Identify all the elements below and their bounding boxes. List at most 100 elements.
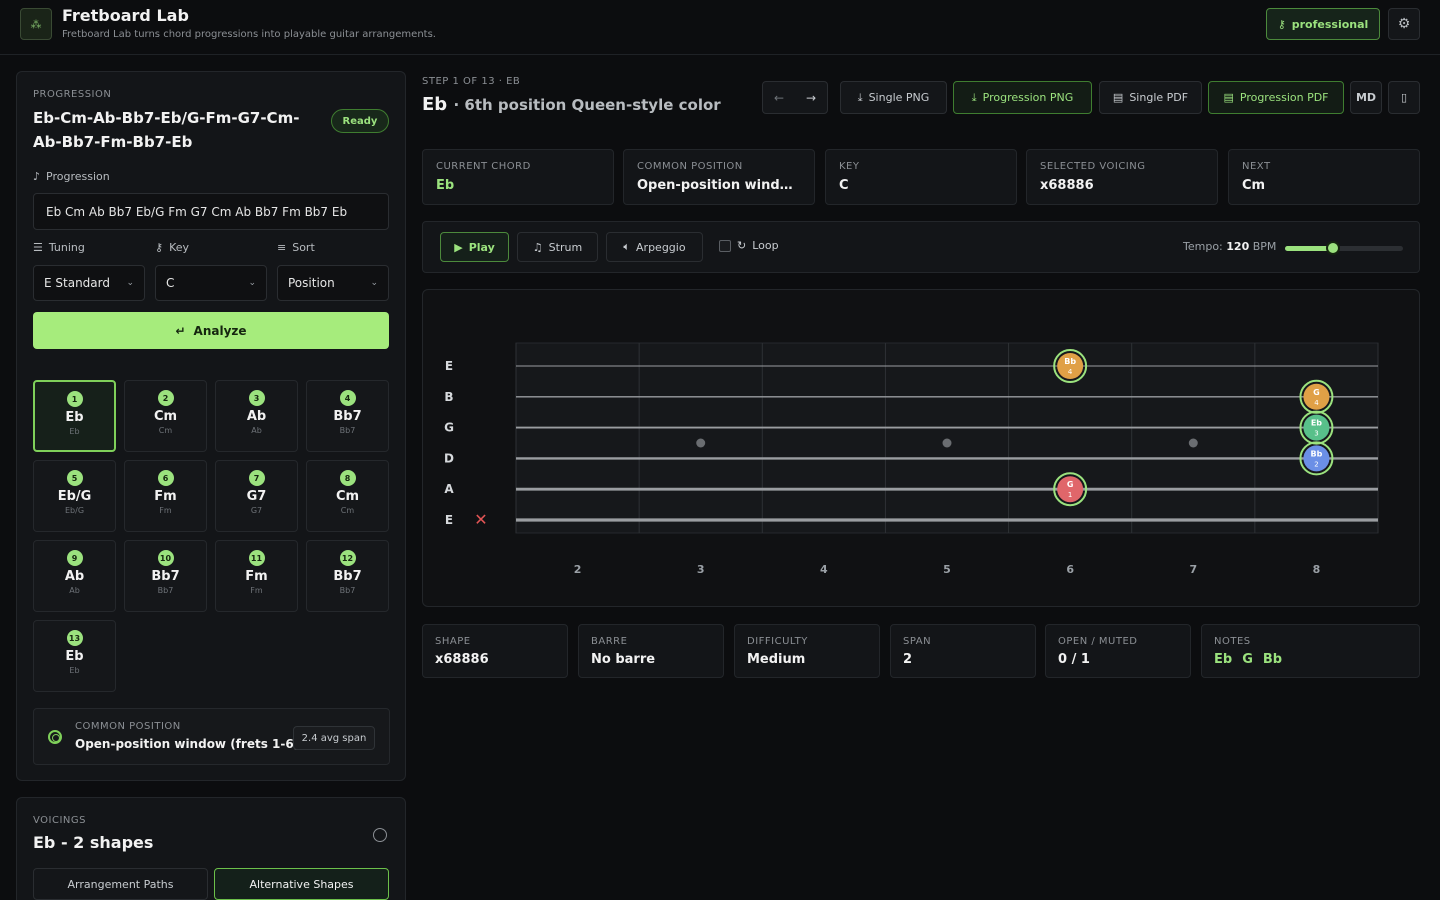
chord-subtitle: Eb bbox=[69, 427, 80, 436]
stat-value: Eb bbox=[436, 178, 455, 193]
tab-alternative-shapes[interactable]: Alternative Shapes bbox=[214, 868, 389, 900]
key-label-text: Key bbox=[169, 241, 190, 254]
chord-card[interactable]: 10 Bb7 Bb7 bbox=[124, 540, 207, 612]
chord-name: Cm bbox=[335, 489, 360, 504]
finger-number-label: 3 bbox=[1314, 430, 1318, 438]
chord-subtitle: Bb7 bbox=[339, 426, 356, 435]
settings-button[interactable]: ⚙ bbox=[1388, 8, 1420, 40]
chord-card[interactable]: 13 Eb Eb bbox=[33, 620, 116, 692]
tempo-slider-handle[interactable] bbox=[1326, 241, 1341, 255]
progression-pdf-button[interactable]: ▤ Progression PDF bbox=[1208, 81, 1344, 114]
playback-controls: ▶ Play ♫ Strum 🔈︎ Arpeggio ↻ Loop Tempo:… bbox=[422, 221, 1420, 273]
arrow-left-icon[interactable]: ← bbox=[774, 91, 784, 105]
chord-card[interactable]: 11 Fm Fm bbox=[215, 540, 298, 612]
markdown-button[interactable]: MD bbox=[1350, 81, 1382, 114]
analyze-button[interactable]: ↵ Analyze bbox=[33, 312, 389, 349]
tuning-select[interactable]: E Standard ⌄ bbox=[33, 265, 145, 301]
chord-name: G7 bbox=[246, 489, 267, 504]
inlay-dot bbox=[1188, 438, 1198, 448]
chord-number-badge: 8 bbox=[339, 470, 356, 486]
strum-button[interactable]: ♫ Strum bbox=[517, 232, 598, 262]
chord-card[interactable]: 8 Cm Cm bbox=[306, 460, 389, 532]
tuning-field-label: ☰ Tuning bbox=[33, 241, 85, 254]
chord-card[interactable]: 9 Ab Ab bbox=[33, 540, 116, 612]
loop-toggle[interactable]: ↻ Loop bbox=[719, 239, 779, 252]
stat-card: SELECTED VOICING x68886 bbox=[1026, 149, 1218, 205]
tuning-value: E Standard bbox=[44, 276, 110, 290]
separator-dot: · bbox=[453, 96, 465, 114]
key-icon: ⚷ bbox=[155, 241, 164, 254]
app-header: ⁂ Fretboard Lab Fretboard Lab turns chor… bbox=[0, 0, 1440, 55]
progression-png-button[interactable]: ⤓ Progression PNG bbox=[953, 81, 1092, 114]
chord-number-badge: 6 bbox=[157, 470, 174, 486]
chord-number-badge: 10 bbox=[157, 550, 174, 566]
play-button[interactable]: ▶ Play bbox=[440, 232, 509, 262]
fret-number: 4 bbox=[820, 563, 828, 576]
shape-info-card: BARRE No barre bbox=[578, 624, 724, 678]
finger-number-label: 1 bbox=[1068, 491, 1072, 499]
progression-input[interactable] bbox=[33, 193, 389, 230]
chord-card[interactable]: 7 G7 G7 bbox=[215, 460, 298, 532]
arpeggio-button[interactable]: 🔈︎ Arpeggio bbox=[606, 232, 703, 262]
single-pdf-button[interactable]: ▤ Single PDF bbox=[1099, 81, 1202, 114]
note-name-label: G bbox=[1313, 388, 1320, 397]
chord-subtitle: Cm bbox=[158, 426, 173, 435]
chord-card[interactable]: 1 Eb Eb bbox=[33, 380, 116, 452]
key-select[interactable]: C ⌄ bbox=[155, 265, 267, 301]
enter-icon: ↵ bbox=[175, 323, 186, 338]
step-navigation: ← → bbox=[762, 81, 828, 114]
common-position-card: COMMON POSITION Open-position window (fr… bbox=[33, 708, 390, 765]
note-name-label: Eb bbox=[1311, 419, 1322, 428]
stat-value: C bbox=[839, 178, 849, 193]
loop-icon: ↻ bbox=[737, 239, 747, 252]
chord-card[interactable]: 2 Cm Cm bbox=[124, 380, 207, 452]
voicings-label: VOICINGS bbox=[33, 815, 86, 826]
finger-number-label: 4 bbox=[1068, 368, 1073, 376]
status-badge: Ready bbox=[331, 109, 389, 133]
voicings-panel: VOICINGS Eb - 2 shapes Arrangement Paths… bbox=[16, 797, 406, 900]
chord-card[interactable]: 12 Bb7 Bb7 bbox=[306, 540, 389, 612]
sort-field-label: ≡ Sort bbox=[277, 241, 315, 254]
fretboard-diagram: E B G D A E ✕ 2 3 4 5 6 7 8 Bb 4 G 4 Eb 3 Bb 2 G 1 bbox=[444, 342, 1379, 576]
music-note-icon: ♫ bbox=[532, 240, 543, 254]
chord-subtitle: Fm bbox=[250, 586, 263, 595]
chord-subtitle: Eb/G bbox=[64, 506, 85, 515]
loop-checkbox[interactable] bbox=[719, 239, 731, 252]
chord-subtitle: G7 bbox=[250, 506, 263, 515]
chord-card[interactable]: 5 Eb/G Eb/G bbox=[33, 460, 116, 532]
professional-button[interactable]: ⚷ professional bbox=[1266, 8, 1380, 40]
download-icon: ⤓ bbox=[857, 90, 863, 104]
string-label: D bbox=[444, 451, 454, 465]
chord-card[interactable]: 3 Ab Ab bbox=[215, 380, 298, 452]
common-position-value: Open-position window (frets 1-6) bbox=[75, 737, 300, 751]
loop-label: Loop bbox=[752, 239, 779, 252]
progression-pdf-label: Progression PDF bbox=[1239, 91, 1329, 104]
tempo-slider[interactable] bbox=[1285, 241, 1403, 255]
gauge-icon[interactable] bbox=[373, 828, 387, 842]
notes-info-card: NOTES Eb G Bb bbox=[1201, 624, 1420, 678]
shape-info-card: SHAPE x68886 bbox=[422, 624, 568, 678]
single-png-button[interactable]: ⤓ Single PNG bbox=[840, 81, 947, 114]
tuning-label-text: Tuning bbox=[48, 241, 85, 254]
sort-select[interactable]: Position ⌄ bbox=[277, 265, 389, 301]
note-name-label: Bb bbox=[1064, 357, 1076, 366]
fret-number: 2 bbox=[574, 563, 582, 576]
chord-name: Bb7 bbox=[333, 569, 362, 584]
sort-value: Position bbox=[288, 276, 335, 290]
note-name-label: Bb bbox=[1311, 449, 1323, 458]
note-name: Eb bbox=[1214, 652, 1233, 667]
info-label: NOTES bbox=[1214, 636, 1251, 647]
tab-arrangement-paths[interactable]: Arrangement Paths bbox=[33, 868, 208, 900]
note-name: G bbox=[1242, 652, 1253, 667]
stat-card: NEXT Cm bbox=[1228, 149, 1420, 205]
chord-card[interactable]: 6 Fm Fm bbox=[124, 460, 207, 532]
export-file-button[interactable]: ▯ bbox=[1388, 81, 1420, 114]
fret-number: 3 bbox=[697, 563, 705, 576]
current-chord-name: Eb bbox=[422, 94, 448, 115]
tempo-unit: BPM bbox=[1252, 240, 1277, 253]
progression-section-label: PROGRESSION bbox=[33, 89, 112, 100]
arrow-right-icon[interactable]: → bbox=[806, 91, 816, 105]
chord-card[interactable]: 4 Bb7 Bb7 bbox=[306, 380, 389, 452]
chord-subtitle: Ab bbox=[251, 426, 262, 435]
chord-heading: Eb · 6th position Queen-style color bbox=[422, 94, 721, 115]
